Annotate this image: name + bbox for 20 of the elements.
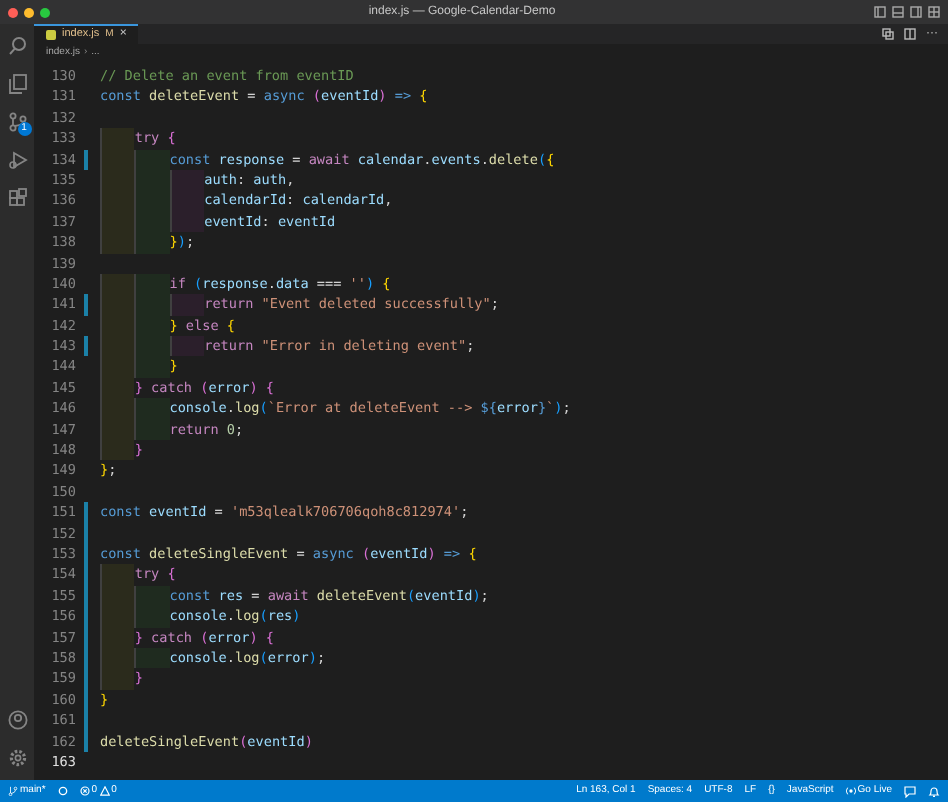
compare-icon[interactable] <box>882 28 894 40</box>
warning-icon <box>99 786 110 796</box>
javascript-file-icon <box>46 30 56 40</box>
account-icon[interactable] <box>7 710 27 730</box>
error-icon <box>79 786 90 796</box>
panel-layout-icon[interactable] <box>910 6 922 18</box>
feedback-icon[interactable] <box>904 785 916 797</box>
search-icon[interactable] <box>7 36 27 56</box>
sync-icon[interactable] <box>57 786 68 796</box>
bell-icon[interactable] <box>928 785 940 797</box>
broadcast-icon <box>845 786 856 796</box>
panel-layout-icon[interactable] <box>874 6 886 18</box>
run-debug-icon[interactable] <box>7 150 27 170</box>
layout-grid-icon[interactable] <box>928 6 940 18</box>
panel-layout-icon[interactable] <box>892 6 904 18</box>
files-icon[interactable] <box>7 74 27 94</box>
branch-icon <box>8 786 18 796</box>
settings-icon[interactable] <box>7 748 27 768</box>
extensions-icon[interactable] <box>7 188 27 208</box>
split-editor-icon[interactable] <box>904 28 916 40</box>
